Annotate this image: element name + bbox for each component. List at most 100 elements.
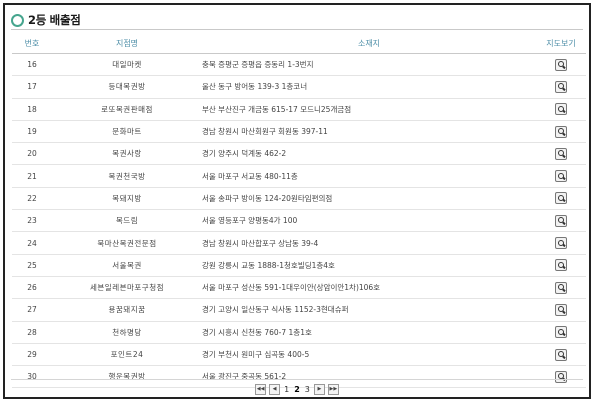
map-cell [536, 120, 586, 144]
store-address: 부산 부산진구 개금동 615-17 모드니25개금점 [202, 98, 536, 121]
table-row: 20 복권사랑 경기 양주시 덕계동 462-2 [12, 142, 586, 166]
column-header-address: 소재지 [202, 33, 536, 54]
map-cell [536, 321, 586, 344]
row-number: 20 [12, 142, 52, 166]
magnifier-icon[interactable] [555, 348, 567, 361]
page-link-1[interactable]: 1 [283, 385, 290, 394]
row-number: 24 [12, 231, 52, 255]
column-header-name: 지점명 [52, 33, 202, 54]
store-address: 서울 마포구 성산동 591-1대우이안(상암이안1차)106호 [202, 276, 536, 300]
column-header-map: 지도보기 [536, 33, 586, 54]
map-cell [536, 254, 586, 277]
store-address: 서울 송파구 방이동 124-20원타임편의점 [202, 187, 536, 211]
store-address: 서울 영등포구 양평동4가 100 [202, 209, 536, 233]
table-row: 18 로또복권판매점 부산 부산진구 개금동 615-17 모드니25개금점 [12, 98, 586, 121]
next-page-button[interactable]: ▶ [313, 384, 325, 395]
map-cell [536, 75, 586, 99]
row-number: 21 [12, 164, 52, 188]
magnifier-icon[interactable] [555, 214, 567, 227]
store-name: 북마산복권전문점 [52, 231, 202, 255]
table-row: 26 세븐일레븐마포구청점 서울 마포구 성산동 591-1대우이안(상암이안1차)… [12, 276, 586, 300]
row-number: 18 [12, 98, 52, 121]
row-number: 28 [12, 321, 52, 344]
map-cell [536, 276, 586, 300]
map-cell [536, 187, 586, 211]
row-number: 29 [12, 343, 52, 367]
prev-page-button[interactable]: ◀ [269, 384, 281, 395]
row-number: 23 [12, 209, 52, 233]
magnifier-icon[interactable] [555, 80, 567, 93]
page-link-3[interactable]: 3 [304, 385, 311, 394]
store-address: 서울 마포구 서교동 480-11층 [202, 164, 536, 188]
store-name: 문화마트 [52, 120, 202, 144]
store-name: 등대복권방 [52, 75, 202, 99]
magnifier-icon[interactable] [555, 58, 567, 71]
map-cell [536, 142, 586, 166]
magnifier-icon[interactable] [555, 125, 567, 138]
store-address: 경남 창원시 마산합포구 상남동 39-4 [202, 231, 536, 255]
magnifier-icon[interactable] [555, 259, 567, 272]
store-address: 경기 부천시 원미구 심곡동 400-5 [202, 343, 536, 367]
header-divider [11, 29, 583, 30]
first-page-button[interactable]: ◀◀ [255, 384, 267, 395]
table-row: 24 북마산복권전문점 경남 창원시 마산합포구 상남동 39-4 [12, 231, 586, 255]
map-cell [536, 231, 586, 255]
magnifier-icon[interactable] [555, 326, 567, 339]
store-name: 로또복권판매점 [52, 98, 202, 121]
table-header-row: 번호 지점명 소재지 지도보기 [12, 33, 586, 54]
column-header-num: 번호 [12, 33, 52, 54]
last-page-button[interactable]: ▶▶ [327, 384, 339, 395]
store-table: 번호 지점명 소재지 지도보기 16 대일마켓 충북 증평군 증평읍 증동리 1-3… [12, 33, 586, 389]
map-cell [536, 164, 586, 188]
magnifier-icon[interactable] [555, 192, 567, 205]
row-number: 27 [12, 298, 52, 322]
table-row: 16 대일마켓 충북 증평군 증평읍 증동리 1-3번지 [12, 53, 586, 77]
map-cell [536, 98, 586, 121]
store-name: 세븐일레븐마포구청점 [52, 276, 202, 300]
magnifier-icon[interactable] [555, 170, 567, 183]
table-row: 21 복권천국방 서울 마포구 서교동 480-11층 [12, 164, 586, 188]
magnifier-icon[interactable] [555, 303, 567, 316]
table-row: 19 문화마트 경남 창원시 마산회원구 회원동 397-11 [12, 120, 586, 144]
store-name: 용꿈돼지꿈 [52, 298, 202, 322]
store-address: 충북 증평군 증평읍 증동리 1-3번지 [202, 53, 536, 77]
pager-divider [11, 379, 583, 380]
row-number: 17 [12, 75, 52, 99]
row-number: 19 [12, 120, 52, 144]
table-row: 27 용꿈돼지꿈 경기 고양시 일산동구 식사동 1152-3현대슈퍼 [12, 298, 586, 322]
magnifier-icon[interactable] [555, 281, 567, 294]
page-link-2[interactable]: 2 [293, 385, 301, 394]
store-name: 복권천국방 [52, 164, 202, 188]
store-list-panel: 2등 배출점 번호 지점명 소재지 지도보기 16 대일마켓 충북 증평군 증평읍 … [3, 3, 591, 399]
row-number: 25 [12, 254, 52, 277]
magnifier-icon[interactable] [555, 370, 567, 383]
panel-header: 2등 배출점 [11, 10, 81, 30]
pagination: ◀◀ ◀ 1 2 3 ▶ ▶▶ [5, 384, 589, 395]
table-row: 23 복드림 서울 영등포구 양평동4가 100 [12, 209, 586, 233]
store-address: 경남 창원시 마산회원구 회원동 397-11 [202, 120, 536, 144]
magnifier-icon[interactable] [555, 147, 567, 160]
store-name: 서울복권 [52, 254, 202, 277]
store-name: 복드림 [52, 209, 202, 233]
store-address: 경기 시흥시 신천동 760-7 1층1호 [202, 321, 536, 344]
store-address: 경기 고양시 일산동구 식사동 1152-3현대슈퍼 [202, 298, 536, 322]
map-cell [536, 53, 586, 77]
store-name: 복권사랑 [52, 142, 202, 166]
store-name: 대일마켓 [52, 53, 202, 77]
magnifier-icon[interactable] [555, 103, 567, 116]
row-number: 22 [12, 187, 52, 211]
table-row: 25 서울복권 강원 강릉시 교동 1888-1청호빌딩1층4호 [12, 254, 586, 277]
map-cell [536, 209, 586, 233]
map-cell [536, 343, 586, 367]
table-row: 22 복돼지방 서울 송파구 방이동 124-20원타임편의점 [12, 187, 586, 211]
row-number: 26 [12, 276, 52, 300]
store-name: 포인트24 [52, 343, 202, 367]
table-row: 28 천하명당 경기 시흥시 신천동 760-7 1층1호 [12, 321, 586, 344]
row-number: 16 [12, 53, 52, 77]
circle-icon [11, 13, 24, 27]
table-row: 29 포인트24 경기 부천시 원미구 심곡동 400-5 [12, 343, 586, 367]
store-address: 강원 강릉시 교동 1888-1청호빌딩1층4호 [202, 254, 536, 277]
magnifier-icon[interactable] [555, 237, 567, 250]
store-address: 경기 양주시 덕계동 462-2 [202, 142, 536, 166]
panel-title: 2등 배출점 [28, 13, 81, 27]
